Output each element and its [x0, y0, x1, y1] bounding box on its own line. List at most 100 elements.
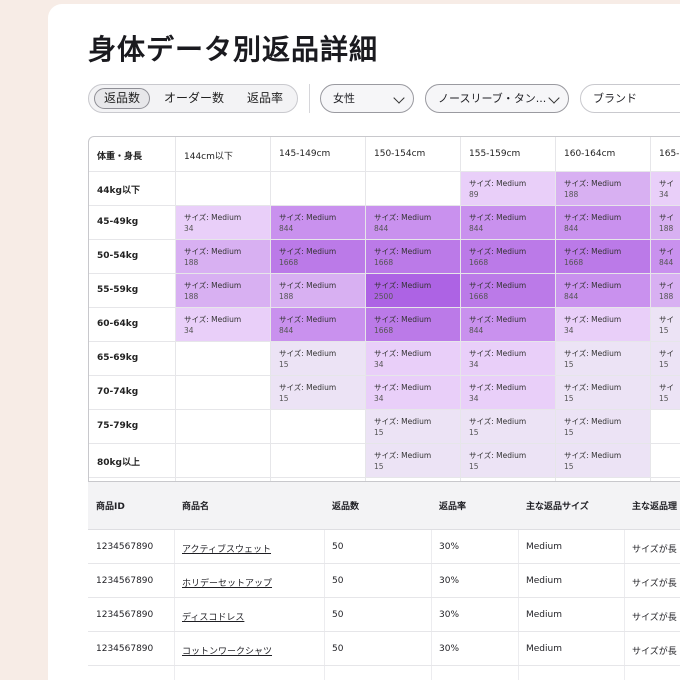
- heatmap-cell[interactable]: サイズ: Medium 89: [461, 172, 555, 205]
- heatmap-cell[interactable]: サイズ: Medium 15: [461, 410, 555, 443]
- heatmap-cell[interactable]: サイ 34: [651, 172, 680, 205]
- product-name-link[interactable]: コットンワークシャツ: [182, 644, 272, 657]
- cell-size-label: サイズ: Medium: [184, 213, 242, 222]
- segment-orders[interactable]: オーダー数: [159, 88, 229, 109]
- cell-count: 844: [659, 258, 674, 267]
- table-column-header[interactable]: 主な返品サイズ: [526, 499, 589, 512]
- segment-return-rate[interactable]: 返品率: [237, 88, 293, 109]
- heatmap-cell[interactable]: サイズ: Medium 188: [271, 274, 365, 307]
- heatmap-cell[interactable]: サイズ: Medium 844: [461, 308, 555, 341]
- cell-size-label: サイズ: Medium: [469, 281, 527, 290]
- matrix-corner-label: 体重・身長: [97, 152, 143, 162]
- table-column-header[interactable]: 商品名: [182, 499, 209, 512]
- heatmap-cell[interactable]: サイズ: Medium 34: [461, 376, 555, 409]
- table-cell: Medium: [526, 576, 562, 586]
- brand-select[interactable]: ブランド: [580, 84, 680, 113]
- table-cell: サイズが長: [632, 613, 677, 623]
- cell-count: 15: [279, 360, 289, 369]
- cell-size-label: サイズ: Medium: [564, 315, 622, 324]
- table-row[interactable]: 1234567890 コットンワークシャツ 50 30% Medium サイズが長: [88, 632, 680, 666]
- heatmap-cell[interactable]: サイ 188: [651, 206, 680, 239]
- cell-size-label: サイズ: Medium: [564, 213, 622, 222]
- heatmap-cell[interactable]: サイズ: Medium 34: [366, 376, 460, 409]
- heatmap-cell[interactable]: サイズ: Medium 844: [271, 206, 365, 239]
- category-select-value: ノースリーブ・タン...: [438, 92, 547, 105]
- heatmap-cell[interactable]: サイズ: Medium 1668: [366, 308, 460, 341]
- cell-count: 34: [659, 190, 669, 199]
- table-cell: 50: [332, 576, 344, 586]
- table-column-header[interactable]: 返品率: [439, 499, 466, 512]
- column-header: 150-154cm: [374, 149, 426, 159]
- row-header: 50-54kg: [97, 251, 139, 261]
- heatmap-cell[interactable]: サイ 844: [651, 240, 680, 273]
- product-name-link[interactable]: ディスコドレス: [182, 610, 244, 623]
- category-select[interactable]: ノースリーブ・タン...: [425, 84, 569, 113]
- table-row[interactable]: 1234567890 ホリデーセットアップ 50 30% Medium サイズが長: [88, 564, 680, 598]
- cell-count: 15: [564, 462, 574, 471]
- heatmap-cell[interactable]: サイズ: Medium 188: [176, 240, 270, 273]
- cell-size-label: サイズ: Medium: [374, 213, 432, 222]
- heatmap-cell[interactable]: サイズ: Medium 188: [176, 274, 270, 307]
- product-name-link[interactable]: ホリデーセットアップ: [182, 576, 272, 589]
- table-column-header[interactable]: 返品数: [332, 499, 359, 512]
- heatmap-cell[interactable]: サイズ: Medium 844: [461, 206, 555, 239]
- cell-size-label: サイ: [659, 281, 674, 290]
- heatmap-cell[interactable]: サイズ: Medium 34: [176, 308, 270, 341]
- table-cell: 1234567890: [96, 644, 154, 654]
- segment-returns[interactable]: 返品数: [94, 88, 150, 109]
- cell-size-label: サイ: [659, 349, 674, 358]
- row-header: 44kg以下: [97, 186, 140, 196]
- product-name-link[interactable]: アクティブスウェット: [182, 542, 271, 555]
- heatmap-cell[interactable]: サイズ: Medium 15: [556, 376, 650, 409]
- grid-line: [89, 477, 680, 478]
- heatmap-cell[interactable]: サイズ: Medium 1668: [461, 274, 555, 307]
- column-header: 160-164cm: [564, 149, 616, 159]
- table-cell: サイズが長: [632, 545, 677, 555]
- cell-count: 34: [184, 326, 194, 335]
- table-column-header[interactable]: 商品ID: [96, 499, 125, 512]
- heatmap-cell[interactable]: サイ 188: [651, 274, 680, 307]
- cell-size-label: サイズ: Medium: [184, 247, 242, 256]
- heatmap-cell[interactable]: サイ 15: [651, 308, 680, 341]
- table-cell: サイズが長: [632, 579, 677, 589]
- heatmap-cell[interactable]: サイズ: Medium 15: [461, 444, 555, 477]
- cell-size-label: サイズ: Medium: [374, 451, 432, 460]
- cell-count: 844: [564, 224, 579, 233]
- heatmap-cell[interactable]: サイズ: Medium 844: [556, 206, 650, 239]
- cell-count: 89: [469, 190, 479, 199]
- heatmap-cell[interactable]: サイズ: Medium 844: [271, 308, 365, 341]
- heatmap-cell[interactable]: サイズ: Medium 34: [366, 342, 460, 375]
- heatmap-cell[interactable]: サイズ: Medium 844: [556, 274, 650, 307]
- column-header: 165-: [659, 149, 680, 159]
- table-column-header[interactable]: 主な返品理: [632, 499, 677, 512]
- table-row[interactable]: 1234567890 アクティブスウェット 50 30% Medium サイズが長: [88, 530, 680, 564]
- heatmap-cell[interactable]: サイズ: Medium 15: [366, 444, 460, 477]
- heatmap-cell[interactable]: サイ 15: [651, 376, 680, 409]
- heatmap-cell[interactable]: サイズ: Medium 1668: [271, 240, 365, 273]
- heatmap-cell[interactable]: サイズ: Medium 34: [556, 308, 650, 341]
- heatmap-cell[interactable]: サイズ: Medium 15: [271, 376, 365, 409]
- heatmap-cell[interactable]: サイズ: Medium 15: [271, 342, 365, 375]
- cell-count: 1668: [469, 258, 489, 267]
- heatmap-cell[interactable]: サイズ: Medium 15: [556, 342, 650, 375]
- heatmap-cell[interactable]: サイズ: Medium 2500: [366, 274, 460, 307]
- heatmap-cell[interactable]: サイズ: Medium 188: [556, 172, 650, 205]
- heatmap-cell[interactable]: サイズ: Medium 15: [556, 410, 650, 443]
- heatmap-cell[interactable]: サイズ: Medium 1668: [556, 240, 650, 273]
- heatmap-cell[interactable]: サイズ: Medium 1668: [366, 240, 460, 273]
- table-row[interactable]: 1234567890 ディスコドレス 50 30% Medium サイズが長: [88, 598, 680, 632]
- heatmap-cell[interactable]: サイズ: Medium 844: [366, 206, 460, 239]
- heatmap-cell[interactable]: サイズ: Medium 34: [461, 342, 555, 375]
- heatmap-cell[interactable]: サイズ: Medium 1668: [461, 240, 555, 273]
- heatmap-cell[interactable]: サイ 15: [651, 342, 680, 375]
- table-cell: 30%: [439, 644, 460, 654]
- cell-count: 844: [564, 292, 579, 301]
- cell-size-label: サイズ: Medium: [564, 383, 622, 392]
- table-cell: 1234567890: [96, 542, 154, 552]
- heatmap-cell[interactable]: サイズ: Medium 15: [366, 410, 460, 443]
- cell-size-label: サイ: [659, 247, 674, 256]
- cell-size-label: サイズ: Medium: [469, 349, 527, 358]
- heatmap-cell[interactable]: サイズ: Medium 34: [176, 206, 270, 239]
- gender-select[interactable]: 女性: [320, 84, 414, 113]
- heatmap-cell[interactable]: サイズ: Medium 15: [556, 444, 650, 477]
